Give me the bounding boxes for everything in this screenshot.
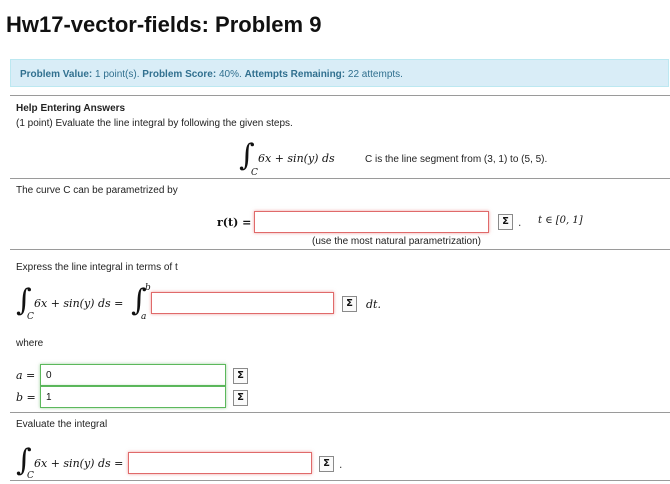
divider (10, 178, 670, 179)
period: . (339, 457, 343, 471)
divider (10, 480, 670, 481)
a-label: a = (16, 369, 36, 382)
integrand: 6x + sin(y) ds (258, 152, 335, 165)
b-label: b = (16, 391, 36, 404)
express-lhs: 6x + sin(y) ds = (34, 297, 124, 310)
eval-lhs: 6x + sin(y) ds = (34, 457, 124, 470)
integral-sign: ∫ (239, 138, 255, 173)
r-label: r(t) = (217, 216, 252, 229)
help-entering-answers-link[interactable]: Help Entering Answers (16, 103, 125, 114)
problem-info-text: Problem Value: 1 point(s). Problem Score… (20, 69, 403, 80)
divider (10, 412, 670, 413)
problem-value-label: Problem Value: (20, 69, 93, 80)
upper-limit-input[interactable] (40, 386, 226, 408)
lower-limit-input[interactable] (40, 364, 226, 386)
problem-prompt: (1 point) Evaluate the line integral by … (16, 118, 293, 129)
attempts-remaining: 22 attempts. (347, 69, 403, 80)
integral-subscript: C (251, 168, 258, 178)
problem-score: 40%. (218, 69, 242, 80)
sigma-icon[interactable]: Σ (319, 456, 334, 472)
sigma-icon[interactable]: Σ (233, 390, 248, 406)
lower-limit: a (141, 312, 147, 322)
sigma-icon[interactable]: Σ (498, 214, 513, 230)
parametrized-text: The curve C can be parametrized by (16, 185, 178, 196)
integrand-in-t-input[interactable] (151, 292, 334, 314)
segment-note: C is the line segment from (3, 1) to (5,… (365, 154, 548, 165)
sigma-icon[interactable]: Σ (342, 296, 357, 312)
integral-subscript: C (27, 312, 34, 322)
integral-value-input[interactable] (128, 452, 312, 474)
sigma-icon[interactable]: Σ (233, 368, 248, 384)
t-range: t ∈ [0, 1] (538, 215, 583, 226)
where-text: where (16, 338, 44, 349)
dt-label: dt. (366, 298, 381, 311)
page-title: Hw17-vector-fields: Problem 9 (6, 12, 322, 37)
problem-score-label: Problem Score: (142, 69, 217, 80)
problem-value: 1 point(s). (95, 69, 140, 80)
parametrization-hint: (use the most natural parametrization) (312, 236, 481, 247)
express-text: Express the line integral in terms of t (16, 262, 178, 273)
attempts-label: Attempts Remaining: (244, 69, 346, 80)
evaluate-text: Evaluate the integral (16, 419, 108, 430)
parametrization-input[interactable] (254, 211, 489, 233)
upper-limit: b (145, 283, 151, 293)
divider (10, 249, 670, 250)
period: . (518, 215, 522, 229)
divider (10, 95, 670, 96)
